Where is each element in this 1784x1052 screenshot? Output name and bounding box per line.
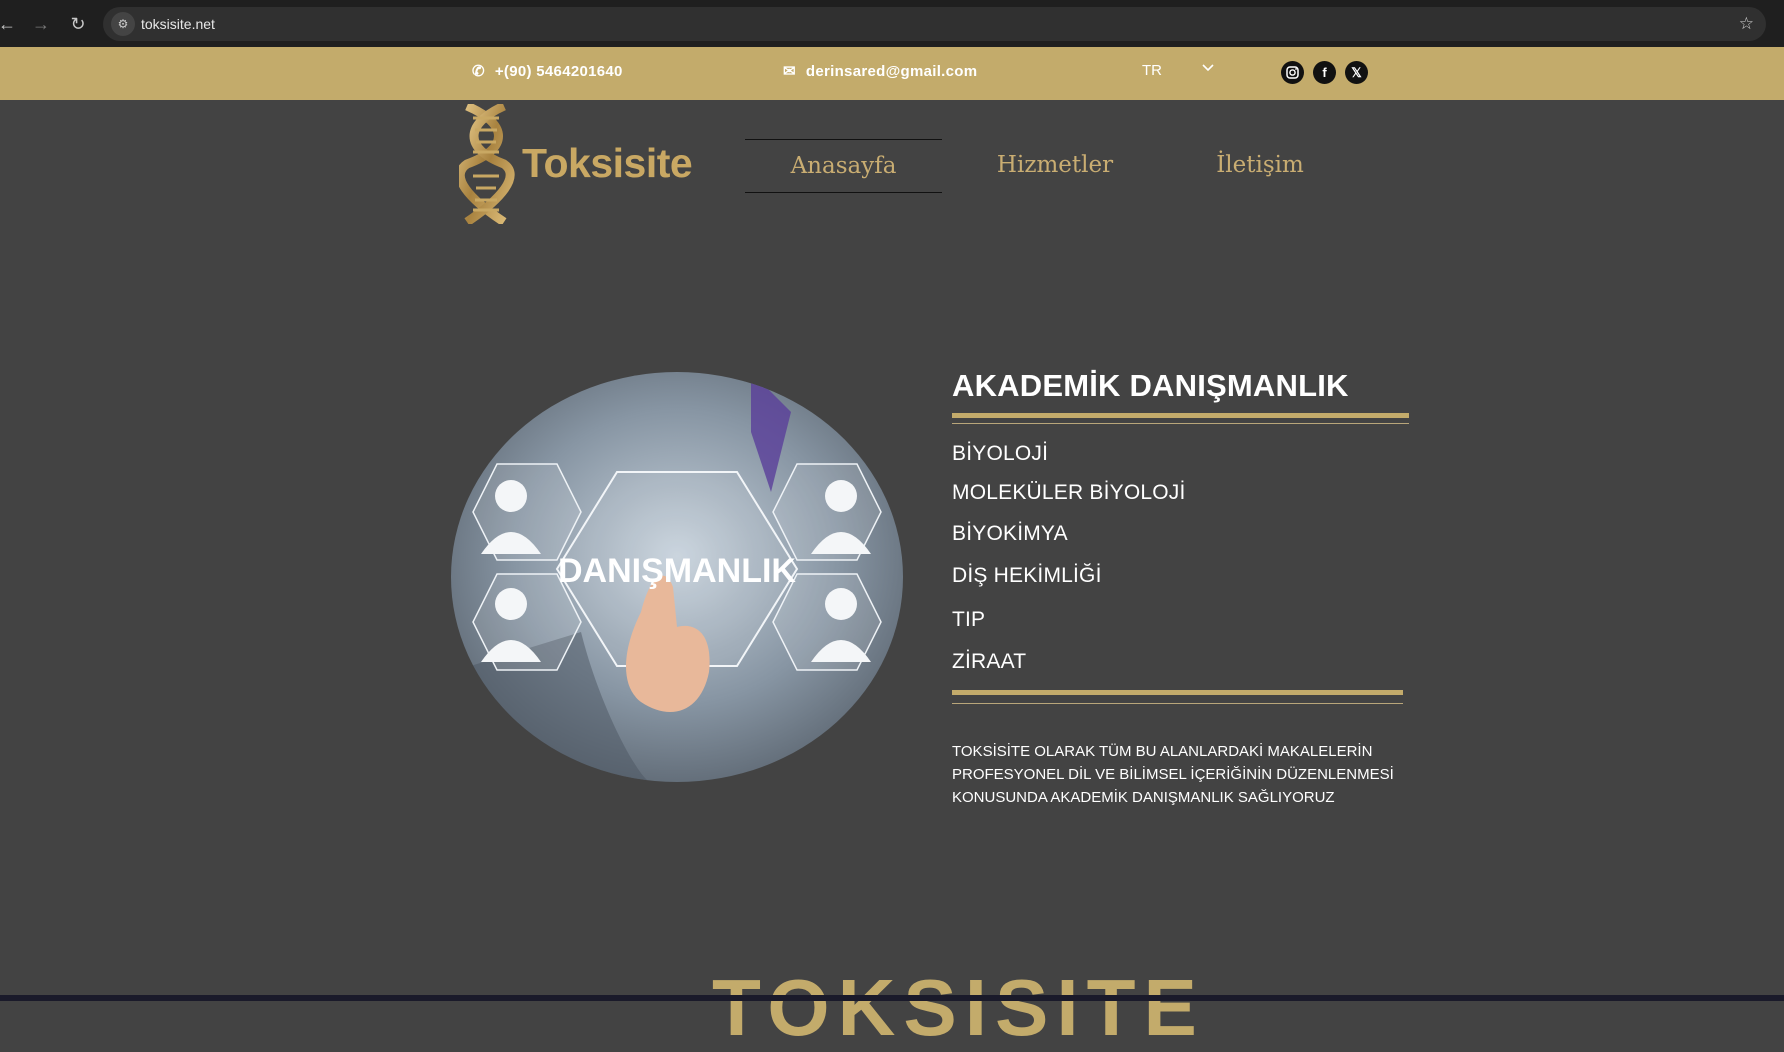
bookmark-star-icon[interactable]: ☆ — [1739, 7, 1754, 41]
footer-brand-heading: TOKSISITE — [712, 963, 1205, 1052]
taskbar-strip — [0, 995, 1784, 1001]
language-selector[interactable]: TR — [1142, 47, 1162, 94]
list-divider-thin — [952, 703, 1403, 704]
email-link[interactable]: ✉ derinsared@gmail.com — [783, 47, 977, 97]
title-underline — [952, 413, 1409, 418]
list-divider — [952, 690, 1403, 695]
email-address: derinsared@gmail.com — [805, 63, 978, 80]
field-item: TIP — [952, 608, 986, 631]
instagram-icon[interactable] — [1281, 61, 1304, 84]
mail-icon: ✉ — [783, 63, 796, 80]
nav-services[interactable]: Hizmetler — [975, 139, 1135, 191]
site-settings-icon[interactable]: ⚙ — [111, 12, 135, 36]
x-twitter-icon[interactable]: 𝕏 — [1345, 61, 1368, 84]
phone-number: +(90) 5464201640 — [494, 63, 623, 80]
field-item: DİŞ HEKİMLİĞİ — [952, 564, 1102, 587]
nav-contact[interactable]: İletişim — [1175, 139, 1345, 191]
section-title: AKADEMİK DANIŞMANLIK — [952, 368, 1349, 403]
url-text[interactable]: toksisite.net — [141, 7, 215, 41]
browser-toolbar: ← → ↻ ⚙ toksisite.net ☆ — [0, 0, 1784, 47]
facebook-icon[interactable]: f — [1313, 61, 1336, 84]
field-item: MOLEKÜLER BİYOLOJİ — [952, 481, 1186, 504]
logo-wordmark[interactable]: Toksisite — [522, 140, 693, 187]
chevron-down-icon[interactable] — [1200, 60, 1216, 76]
back-icon[interactable]: ← — [0, 13, 18, 35]
reload-icon[interactable]: ↻ — [67, 13, 89, 35]
image-caption: DANIŞMANLIK — [558, 552, 796, 590]
contact-bar: ✆ +(90) 5464201640 ✉ derinsared@gmail.com … — [0, 47, 1784, 100]
phone-icon: ✆ — [472, 63, 485, 80]
phone-link[interactable]: ✆ +(90) 5464201640 — [472, 47, 623, 97]
forward-icon[interactable]: → — [30, 13, 52, 35]
consulting-image: DANIŞMANLIK — [451, 372, 903, 782]
description-text: TOKSİSİTE OLARAK TÜM BU ALANLARDAKİ MAKA… — [952, 743, 1394, 806]
title-underline-thin — [952, 423, 1409, 424]
field-item: BİYOLOJİ — [952, 442, 1049, 465]
address-bar[interactable]: ⚙ toksisite.net ☆ — [103, 7, 1766, 41]
field-item: BİYOKİMYA — [952, 522, 1068, 545]
nav-home[interactable]: Anasayfa — [745, 139, 942, 193]
field-item: ZİRAAT — [952, 650, 1027, 673]
